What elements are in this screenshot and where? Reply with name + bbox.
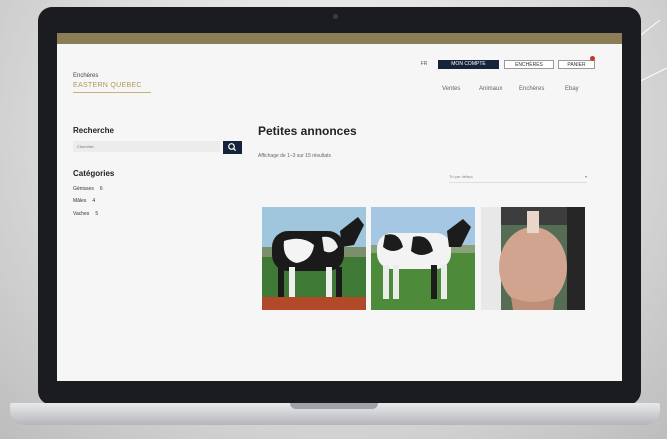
chevron-down-icon: ▾ bbox=[584, 174, 587, 179]
category-item[interactable]: Vaches 5 bbox=[73, 211, 98, 217]
page-title: Petites annonces bbox=[258, 124, 357, 138]
category-item[interactable]: Mâles 4 bbox=[73, 198, 95, 204]
listing-photo-holstein-cow-side[interactable] bbox=[262, 207, 366, 310]
my-account-button[interactable]: MON COMPTE bbox=[438, 60, 499, 69]
webcam-icon bbox=[333, 14, 338, 19]
results-count: Affichage de 1–3 sur 15 résultats bbox=[258, 153, 332, 159]
category-label: Génisses bbox=[73, 186, 94, 192]
nav-link-encheres[interactable]: Enchères bbox=[519, 86, 544, 92]
category-label: Vaches bbox=[73, 211, 90, 217]
search-icon bbox=[228, 143, 237, 152]
category-count: 6 bbox=[99, 186, 103, 192]
search-heading: Recherche bbox=[73, 126, 114, 135]
category-label: Mâles bbox=[73, 198, 87, 204]
language-switch[interactable]: FR bbox=[417, 60, 431, 69]
cart-badge bbox=[590, 56, 595, 61]
website-screen: Enchères EASTERN QUEBEC FR MON COMPTE EN… bbox=[57, 33, 622, 381]
search-button[interactable] bbox=[223, 141, 242, 154]
nav-link-ebay[interactable]: Ebay bbox=[565, 86, 579, 92]
category-count: 4 bbox=[92, 198, 96, 204]
nav-link-ventes[interactable]: Ventes bbox=[442, 86, 460, 92]
logo-subtitle[interactable]: Enchères bbox=[73, 73, 98, 79]
categories-heading: Catégories bbox=[73, 169, 115, 178]
category-item[interactable]: Génisses 6 bbox=[73, 186, 103, 192]
category-count: 5 bbox=[95, 211, 99, 217]
auctions-button[interactable]: ENCHÈRES bbox=[504, 60, 554, 69]
cart-button[interactable]: PANIER bbox=[558, 60, 595, 69]
logo-underline bbox=[73, 92, 151, 93]
listing-photo-holstein-cow-field[interactable] bbox=[371, 207, 475, 310]
logo-wordmark[interactable]: EASTERN QUEBEC bbox=[73, 82, 142, 89]
nav-link-animaux[interactable]: Animaux bbox=[479, 86, 502, 92]
search-input[interactable] bbox=[73, 141, 220, 152]
laptop-notch bbox=[290, 403, 378, 409]
sort-label: Tri par défaut bbox=[449, 174, 473, 179]
top-accent-bar bbox=[57, 33, 622, 44]
sort-select[interactable]: Tri par défaut ▾ bbox=[449, 172, 587, 183]
listing-photo-cow-udder[interactable] bbox=[481, 207, 585, 310]
